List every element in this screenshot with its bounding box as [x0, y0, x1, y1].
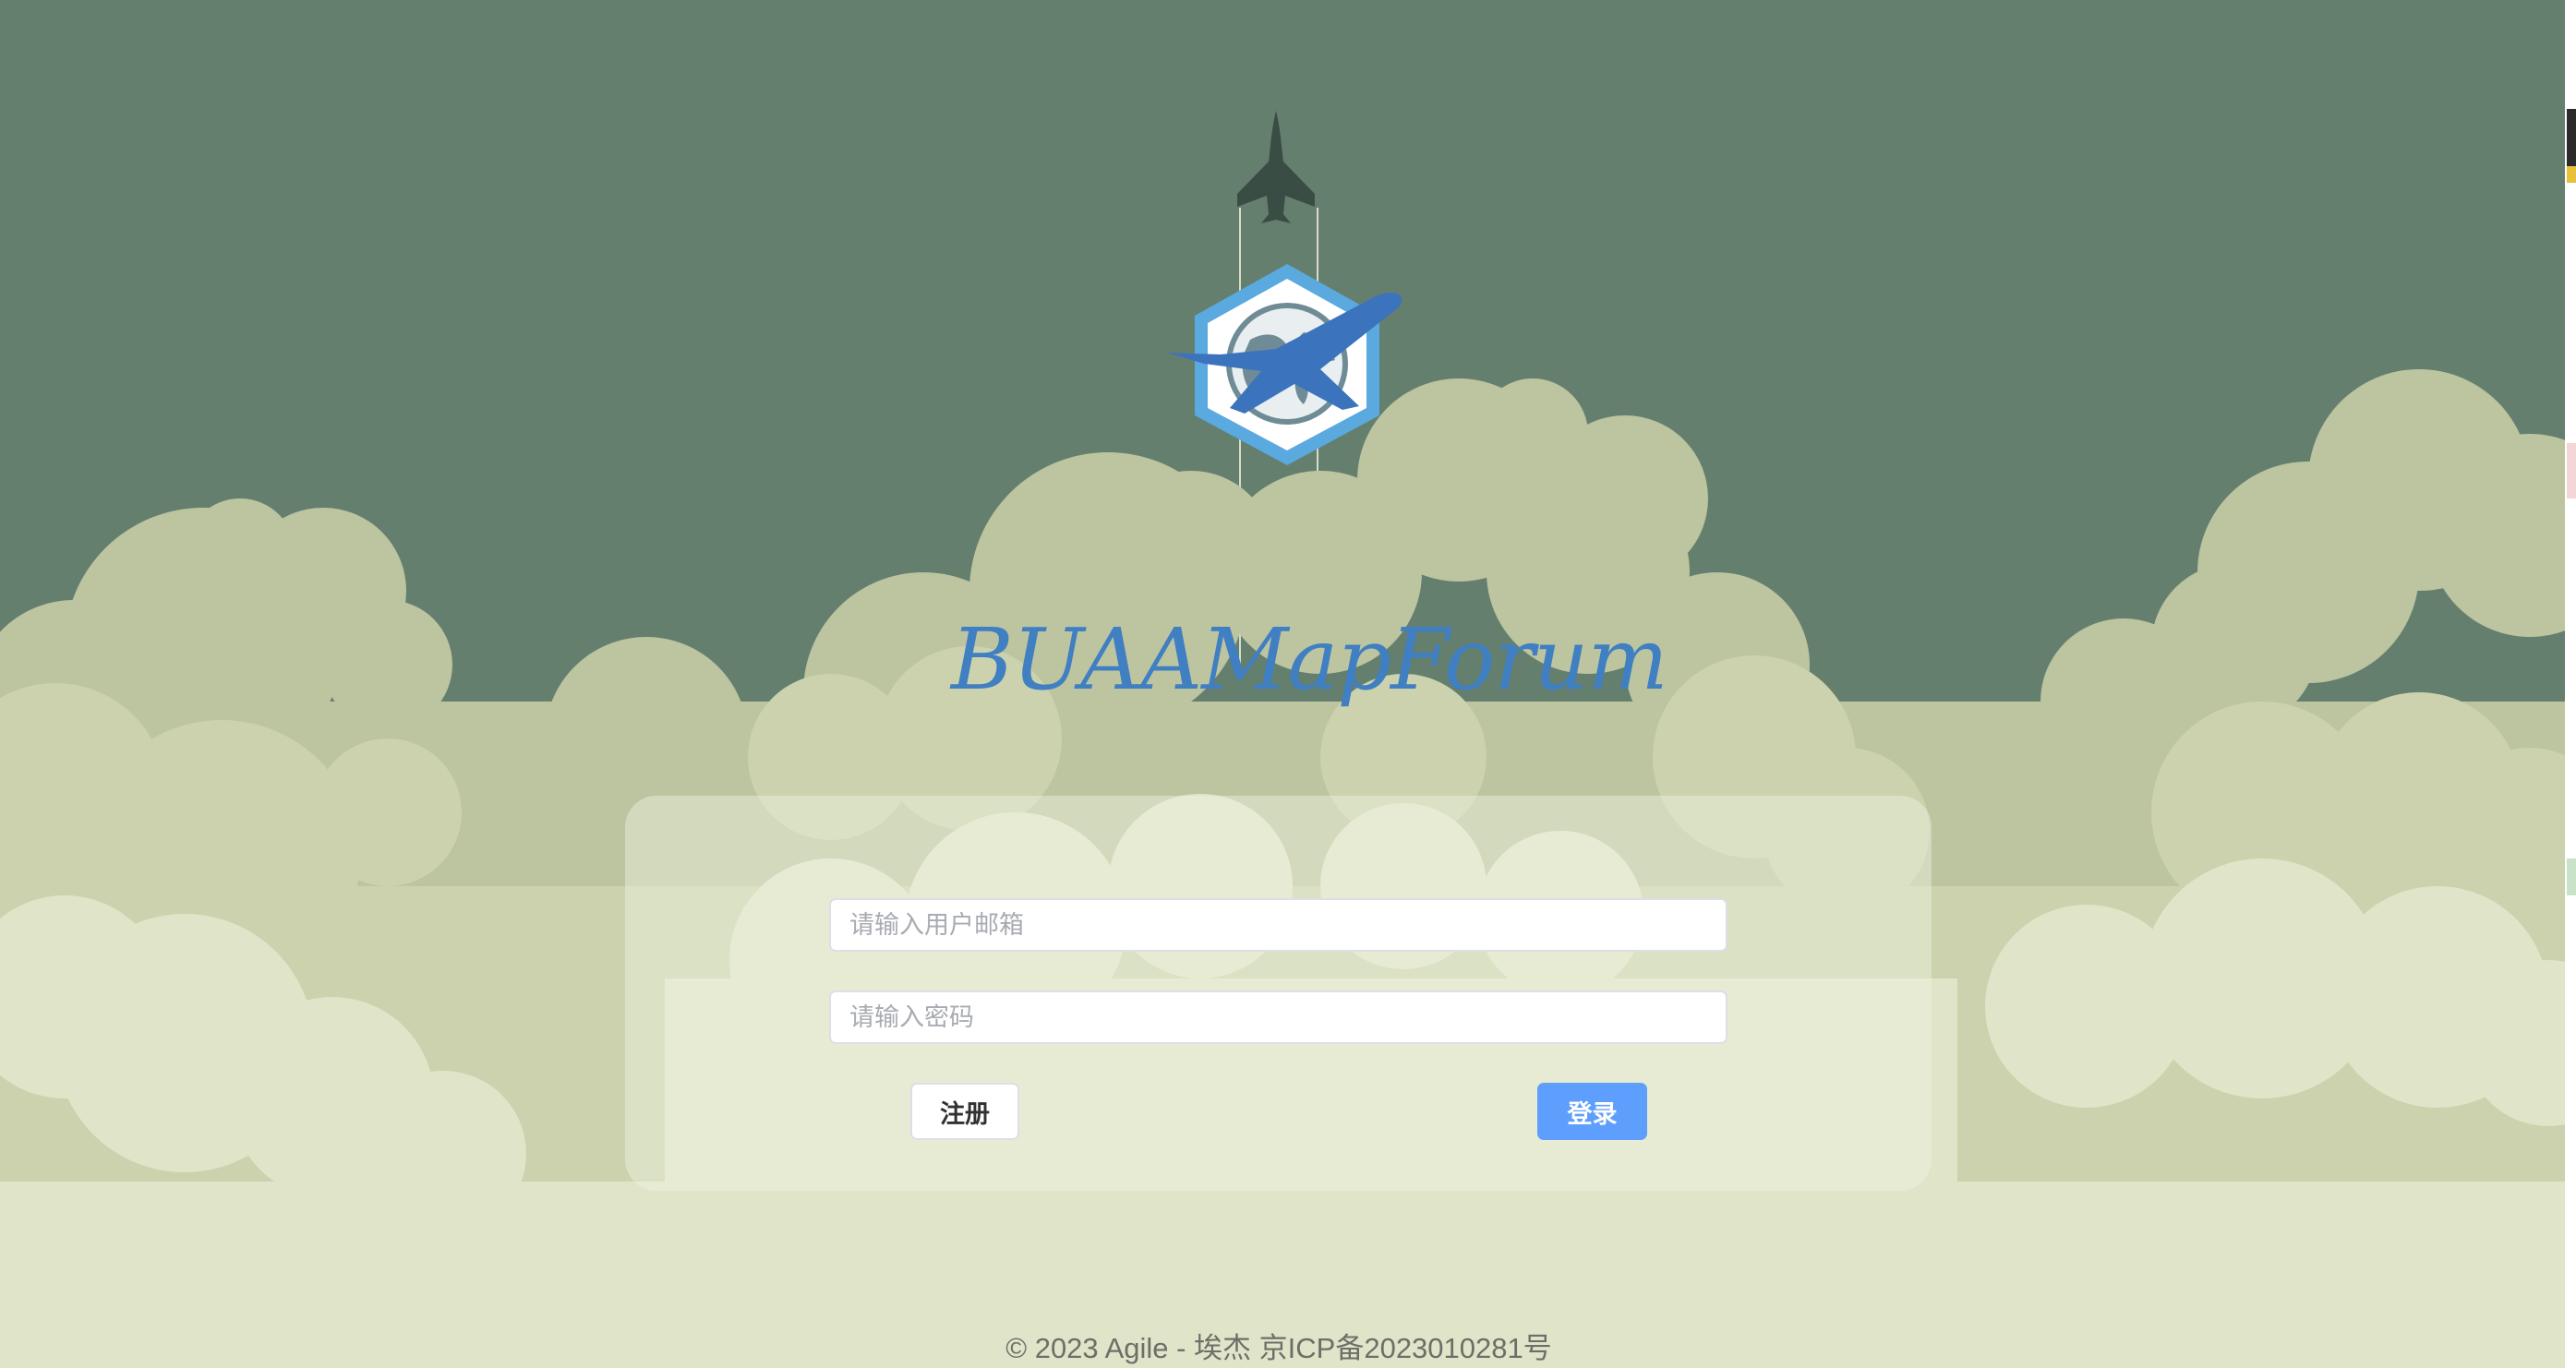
site-title: BUAAMapForum	[951, 610, 1668, 709]
side-panel-block	[2567, 443, 2576, 498]
password-input[interactable]	[829, 990, 1727, 1044]
login-page: BUAAMapForum 注册 登录 © 2023 Agile - 埃杰 京IC…	[0, 0, 2576, 1368]
footer-copyright: © 2023 Agile - 埃杰 京ICP备2023010281号	[1005, 1332, 1552, 1364]
side-panel-block	[2567, 166, 2576, 183]
side-panel-strip	[2565, 0, 2576, 1368]
email-input[interactable]	[829, 898, 1727, 952]
register-button[interactable]: 注册	[910, 1083, 1019, 1140]
jet-rocket-icon	[1237, 111, 1315, 223]
login-button[interactable]: 登录	[1537, 1083, 1647, 1140]
side-panel-block	[2567, 109, 2576, 166]
globe-airplane-logo-icon	[1167, 264, 1402, 465]
side-panel-block	[2567, 858, 2576, 895]
